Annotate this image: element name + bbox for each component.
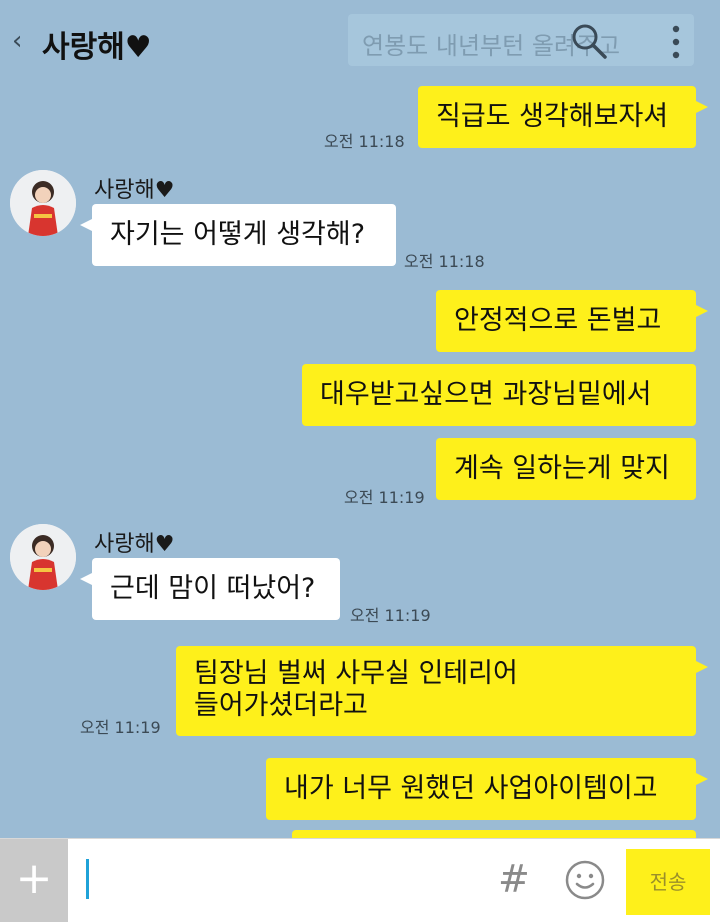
message-time: 오전 11:18 bbox=[324, 132, 405, 151]
other-message-bubble[interactable]: 근데 맘이 떠났어? bbox=[80, 558, 340, 620]
plus-button[interactable]: + bbox=[0, 839, 68, 922]
avatar-image bbox=[10, 524, 76, 590]
search-icon[interactable] bbox=[570, 22, 608, 60]
hash-icon[interactable]: # bbox=[498, 857, 530, 901]
message-time: 오전 11:18 bbox=[404, 252, 485, 271]
my-message-bubble[interactable]: 계속 일하는게 맞지 bbox=[436, 438, 696, 500]
sender-name: 사랑해♥ bbox=[94, 178, 175, 203]
my-message-bubble[interactable]: 직급도 생각해보자셔 bbox=[418, 86, 708, 148]
text-caret bbox=[86, 859, 89, 899]
my-message-bubble[interactable]: 대우받고싶으면 과장님밑에서 bbox=[302, 364, 696, 426]
message-time: 오전 11:19 bbox=[344, 488, 425, 507]
my-message-bubble[interactable]: 안정적으로 돈벌고 bbox=[436, 290, 708, 352]
my-message-bubble[interactable]: 팀장님 벌써 사무실 인테리어 들어가셨더라고 bbox=[176, 646, 708, 736]
emoji-icon[interactable] bbox=[564, 859, 606, 901]
send-button[interactable]: 전송 bbox=[626, 849, 710, 915]
message-input[interactable] bbox=[74, 847, 484, 915]
more-icon[interactable] bbox=[670, 24, 682, 60]
other-message-bubble[interactable]: 자기는 어떻게 생각해? bbox=[80, 204, 396, 266]
my-message-bubble[interactable]: 내가 너무 원했던 사업아이템이고 bbox=[266, 758, 708, 820]
message-time: 오전 11:19 bbox=[350, 606, 431, 625]
avatar-image bbox=[10, 170, 76, 236]
message-input-bar: + # 전송 bbox=[0, 838, 720, 922]
chat-header: ‹ 사랑해♥ 연봉도 내년부턴 올려주고 bbox=[0, 0, 720, 84]
back-icon[interactable]: ‹ bbox=[12, 26, 22, 56]
preview-text: 연봉도 내년부턴 올려주고 bbox=[362, 32, 621, 60]
avatar[interactable] bbox=[10, 524, 76, 590]
message-line: 들어가셨더라고 bbox=[194, 690, 368, 721]
plus-icon: + bbox=[15, 853, 53, 904]
message-time: 오전 11:19 bbox=[80, 718, 161, 737]
message-line: 팀장님 벌써 사무실 인테리어 bbox=[194, 658, 518, 689]
chat-title: 사랑해♥ bbox=[42, 30, 152, 65]
avatar[interactable] bbox=[10, 170, 76, 236]
sender-name: 사랑해♥ bbox=[94, 532, 175, 557]
